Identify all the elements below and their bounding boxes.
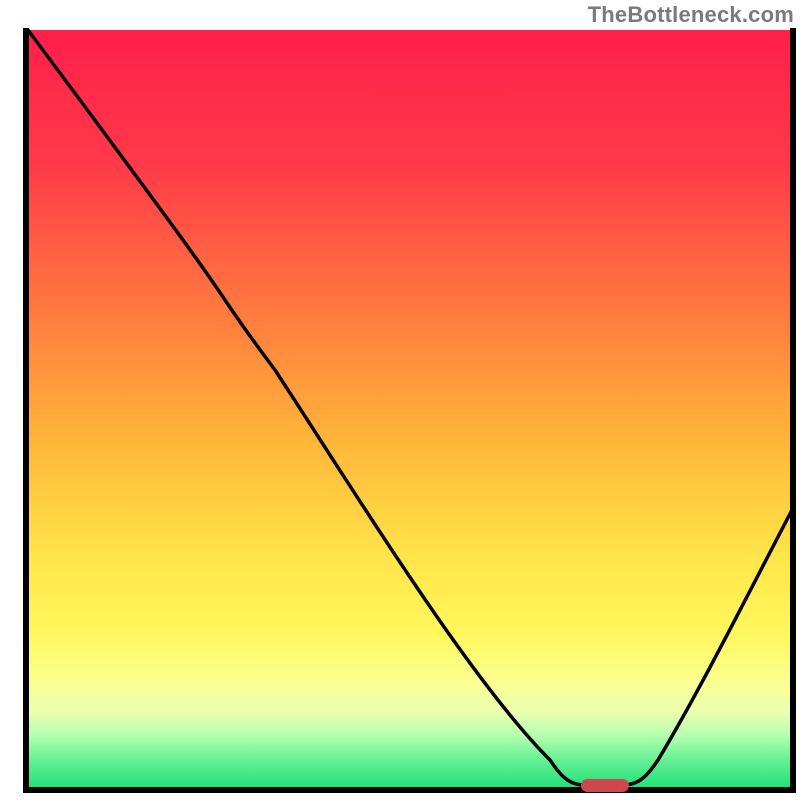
- gradient-background: [28, 30, 790, 788]
- bottleneck-curve-chart: [0, 0, 800, 800]
- chart-container: TheBottleneck.com: [0, 0, 800, 800]
- watermark-text: TheBottleneck.com: [588, 2, 794, 28]
- optimal-marker: [581, 779, 629, 792]
